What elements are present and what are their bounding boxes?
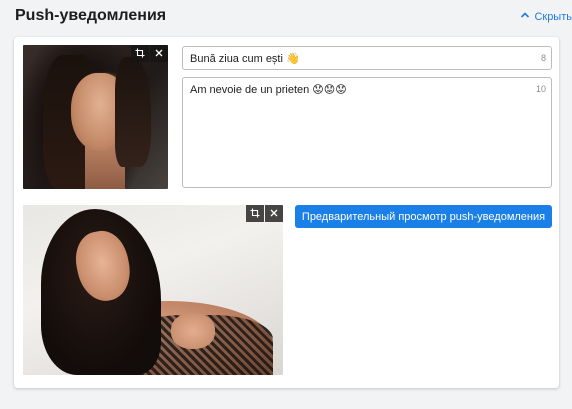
push-card: Bună ziua cum ești 👋 8 Am nevoie de un p… <box>14 37 559 388</box>
title-char-count: 8 <box>540 53 546 63</box>
image-tools <box>130 45 168 62</box>
hide-toggle[interactable]: Скрыть <box>520 10 572 23</box>
crop-icon-button[interactable] <box>131 45 149 62</box>
crop-icon <box>135 45 145 63</box>
icon-image <box>23 45 168 189</box>
push-body-field[interactable]: Am nevoie de un prieten 😟😟😟 10 <box>182 77 552 188</box>
close-icon <box>154 45 164 63</box>
push-notifications-panel: Push-уведомления Скрыть Bună ziua cum eș… <box>0 0 572 409</box>
preview-push-button[interactable]: Предварительный просмотр push-уведомлени… <box>295 205 552 228</box>
chevron-up-icon <box>520 10 530 23</box>
section-title: Push-уведомления <box>15 7 167 24</box>
hide-label: Скрыть <box>534 10 572 23</box>
remove-icon-button[interactable] <box>150 45 168 62</box>
crop-image-button[interactable] <box>246 205 264 222</box>
big-photo <box>23 205 283 375</box>
remove-image-button[interactable] <box>265 205 283 222</box>
close-icon <box>269 205 279 223</box>
section-header: Push-уведомления Скрыть <box>0 0 572 34</box>
push-body-input[interactable]: Am nevoie de un prieten 😟😟😟 <box>190 83 347 96</box>
push-title-field[interactable]: Bună ziua cum ești 👋 8 <box>182 46 552 70</box>
body-char-count: 10 <box>535 84 546 94</box>
push-title-input[interactable]: Bună ziua cum ești 👋 <box>190 52 300 65</box>
portrait-photo <box>23 45 168 189</box>
crop-icon <box>250 205 260 223</box>
image-tools <box>245 205 283 222</box>
big-image <box>23 205 283 375</box>
